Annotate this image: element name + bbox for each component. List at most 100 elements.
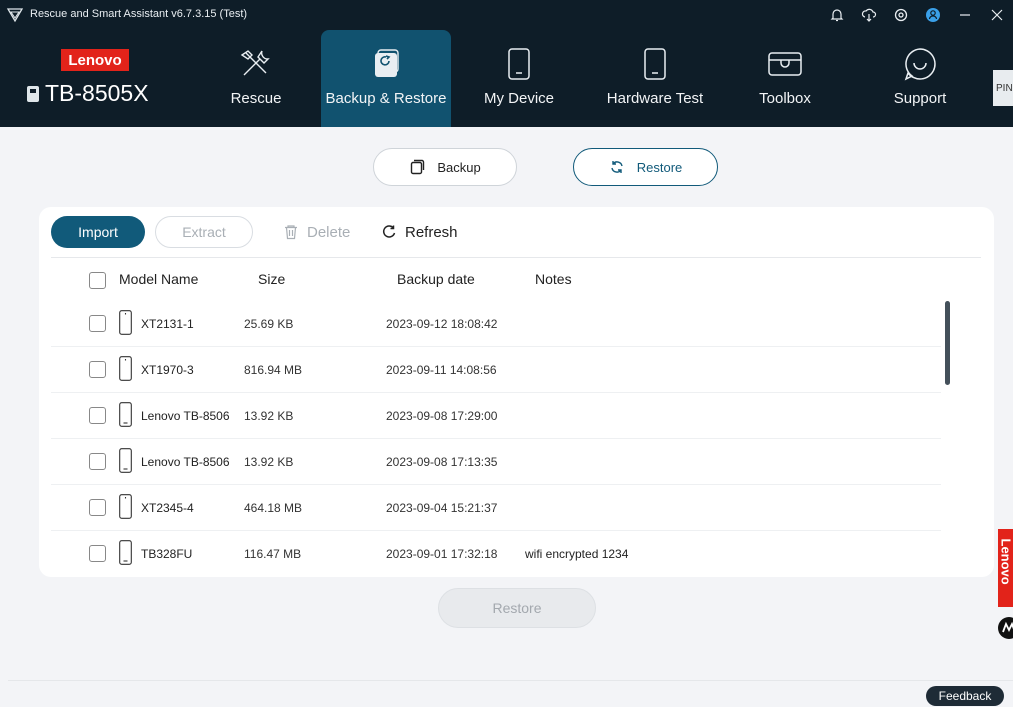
row-checkbox[interactable] <box>89 545 106 562</box>
bell-icon[interactable] <box>821 0 853 30</box>
row-date: 2023-09-11 14:08:56 <box>386 363 497 377</box>
toolbar-divider <box>51 257 981 258</box>
nav-toolbox-label: Toolbox <box>759 90 811 107</box>
nav-support[interactable]: Support <box>877 30 963 127</box>
table-row[interactable]: Lenovo TB-8506 13.92 KB 2023-09-08 17:13… <box>51 439 941 485</box>
toolbox-icon <box>765 46 805 82</box>
header-model-name: Model Name <box>119 271 199 287</box>
close-icon[interactable] <box>981 0 1013 30</box>
footer-divider <box>8 680 1013 681</box>
row-date: 2023-09-08 17:29:00 <box>386 409 498 423</box>
table-header: Model Name Size Backup date Notes <box>51 259 971 301</box>
tablet-icon <box>119 448 132 473</box>
nav-support-label: Support <box>893 90 947 107</box>
phone-icon <box>119 494 132 519</box>
row-date: 2023-09-12 18:08:42 <box>386 317 498 331</box>
restore-mode-label: Restore <box>636 159 683 175</box>
phone-icon <box>119 310 132 335</box>
side-lenovo-badge[interactable]: Lenovo <box>998 529 1013 607</box>
title-bar: Rescue and Smart Assistant v6.7.3.15 (Te… <box>0 0 1013 30</box>
nav-hardware-test-label: Hardware Test <box>606 90 704 107</box>
row-model: TB328FU <box>141 547 193 561</box>
nav-hardware-test[interactable]: Hardware Test <box>596 30 714 127</box>
row-checkbox[interactable] <box>89 499 106 516</box>
select-all-checkbox[interactable] <box>89 272 106 289</box>
table-row[interactable]: XT2345-4 464.18 MB 2023-09-04 15:21:37 <box>51 485 941 531</box>
nav-rescue[interactable]: Rescue <box>213 30 299 127</box>
header-size: Size <box>258 271 286 287</box>
table-row[interactable]: XT1970-3 816.94 MB 2023-09-11 14:08:56 <box>51 347 941 393</box>
table-row[interactable]: TB328FU 116.47 MB 2023-09-01 17:32:18 wi… <box>51 531 941 577</box>
nav-my-device[interactable]: My Device <box>476 30 562 127</box>
restore-refresh-icon <box>611 161 623 173</box>
list-scrollbar[interactable] <box>945 301 950 385</box>
trash-icon <box>285 225 297 240</box>
backup-icon <box>411 159 425 175</box>
user-icon[interactable] <box>917 0 949 30</box>
nav-rescue-label: Rescue <box>230 90 282 107</box>
table-row[interactable]: Lenovo TB-8506 13.92 KB 2023-09-08 17:29… <box>51 393 941 439</box>
row-model: XT1970-3 <box>141 363 194 377</box>
row-date: 2023-09-04 15:21:37 <box>386 501 498 515</box>
pin-tab[interactable]: PIN <box>993 70 1013 106</box>
backup-rows: XT2131-1 25.69 KB 2023-09-12 18:08:42 XT… <box>51 301 941 577</box>
row-size: 13.92 KB <box>244 455 294 469</box>
row-checkbox[interactable] <box>89 361 106 378</box>
settings-icon[interactable] <box>885 0 917 30</box>
row-notes: wifi encrypted 1234 <box>525 547 629 561</box>
row-date: 2023-09-01 17:32:18 <box>386 547 498 561</box>
tablet-icon <box>119 540 132 565</box>
row-size: 25.69 KB <box>244 317 294 331</box>
side-lenovo-label: Lenovo <box>998 538 1013 585</box>
import-button[interactable]: Import <box>51 216 145 248</box>
nav-backup-restore-label: Backup & Restore <box>325 90 447 107</box>
delete-button[interactable]: Delete <box>283 216 350 248</box>
row-checkbox[interactable] <box>89 453 106 470</box>
row-size: 816.94 MB <box>244 363 303 377</box>
extract-button[interactable]: Extract <box>155 216 253 248</box>
refresh-button[interactable]: Refresh <box>381 216 458 248</box>
row-checkbox[interactable] <box>89 315 106 332</box>
chat-icon <box>900 46 940 82</box>
motorola-logo-icon[interactable] <box>998 617 1013 639</box>
delete-label: Delete <box>307 223 351 241</box>
refresh-icon <box>382 225 396 238</box>
device-name: TB-8505X <box>26 80 149 107</box>
main-content: Backup Restore Import Extract Delete Ref… <box>8 127 1013 680</box>
backup-restore-icon <box>366 46 406 82</box>
cloud-download-icon[interactable] <box>853 0 885 30</box>
row-model: Lenovo TB-8506 <box>141 455 230 469</box>
row-model: Lenovo TB-8506 <box>141 409 230 423</box>
lenovo-logo: Lenovo <box>61 49 129 71</box>
row-size: 116.47 MB <box>244 547 302 561</box>
restore-mode-button[interactable]: Restore <box>573 148 718 186</box>
nav-my-device-label: My Device <box>483 90 554 107</box>
phone-icon <box>499 46 539 82</box>
tablet-icon <box>635 46 675 82</box>
window-title: Rescue and Smart Assistant v6.7.3.15 (Te… <box>30 8 248 20</box>
row-date: 2023-09-08 17:13:35 <box>386 455 498 469</box>
app-logo-icon <box>6 8 24 23</box>
restore-action-button[interactable]: Restore <box>438 588 596 628</box>
tablet-icon <box>119 402 132 427</box>
nav-backup-restore[interactable]: Backup & Restore <box>321 30 451 127</box>
device-name-label: TB-8505X <box>45 80 149 106</box>
row-size: 464.18 MB <box>244 501 303 515</box>
main-nav: Lenovo TB-8505X Rescue Backup & Restore <box>0 30 1013 127</box>
refresh-label: Refresh <box>405 223 458 241</box>
phone-icon <box>119 356 132 381</box>
minimize-icon[interactable] <box>949 0 981 30</box>
header-notes: Notes <box>535 271 572 287</box>
nav-toolbox[interactable]: Toolbox <box>742 30 828 127</box>
table-row[interactable]: XT2131-1 25.69 KB 2023-09-12 18:08:42 <box>51 301 941 347</box>
tablet-device-icon <box>27 85 39 102</box>
row-size: 13.92 KB <box>244 409 294 423</box>
backup-mode-button[interactable]: Backup <box>373 148 517 186</box>
row-checkbox[interactable] <box>89 407 106 424</box>
backup-list-panel: Import Extract Delete Refresh Model Name… <box>39 207 994 577</box>
backup-mode-label: Backup <box>437 159 481 175</box>
feedback-button[interactable]: Feedback <box>926 686 1004 706</box>
row-model: XT2345-4 <box>141 501 194 515</box>
tools-icon <box>236 46 276 82</box>
row-model: XT2131-1 <box>141 317 194 331</box>
